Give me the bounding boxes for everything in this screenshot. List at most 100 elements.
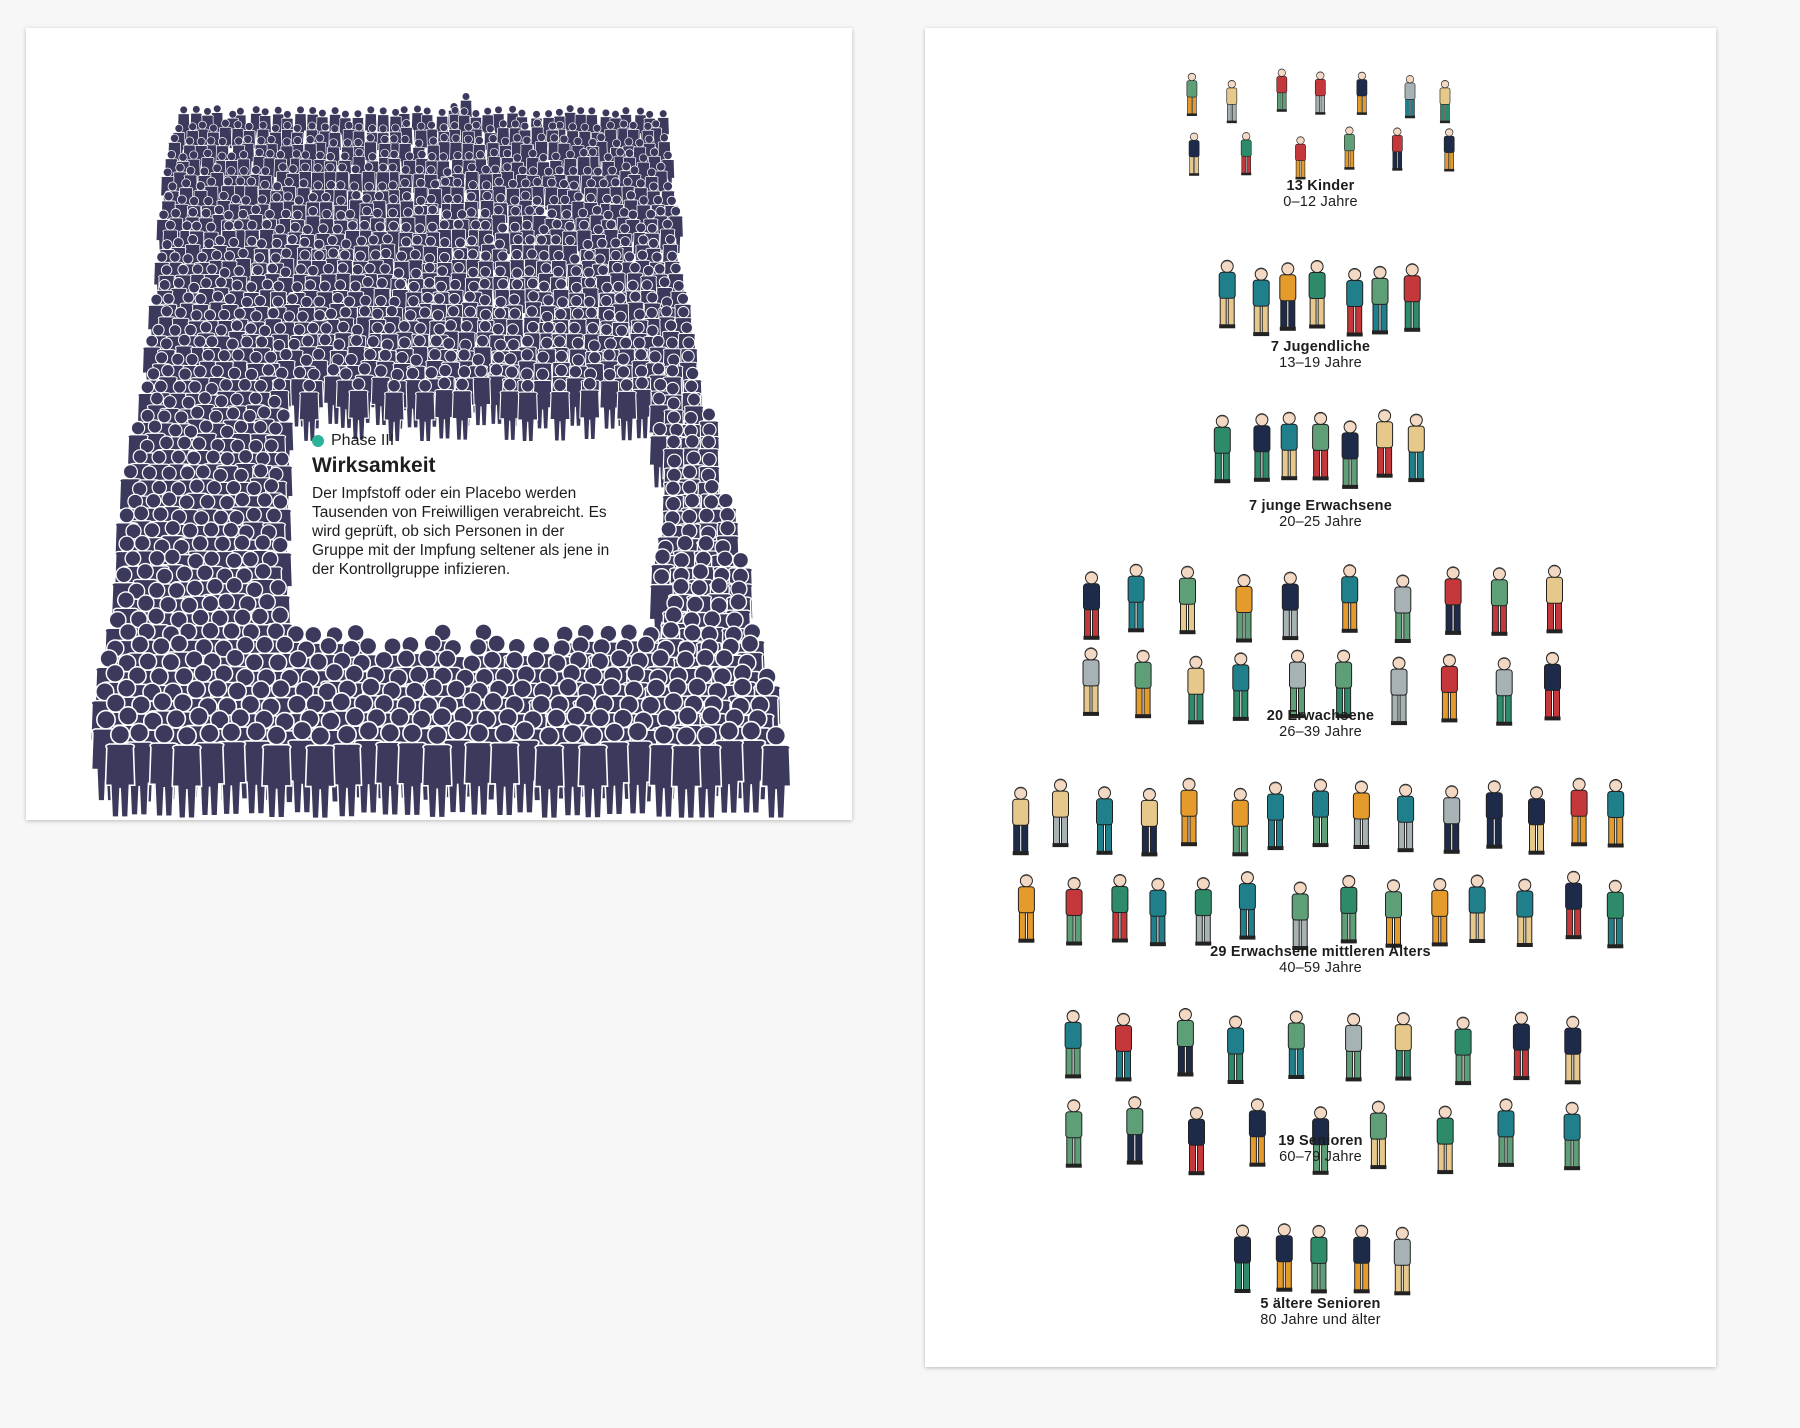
age-group-count: 20 Erwachsene [1266, 708, 1375, 724]
person-figure [1051, 778, 1069, 848]
person-figure [1064, 1009, 1082, 1079]
age-group-count: 7 Jugendliche [1270, 339, 1371, 355]
age-group-count: 5 ältere Senioren [1260, 1296, 1381, 1312]
age-group-label: 5 ältere Senioren 80 Jahre und älter [1121, 1296, 1521, 1328]
person-figure [1545, 564, 1563, 634]
person-figure [1064, 1099, 1082, 1168]
person-figure [1287, 1010, 1305, 1079]
crowd-panel: Phase III Wirksamkeit Der Impfstoff oder… [26, 28, 852, 820]
person-figure [1291, 881, 1309, 950]
person-figure [1176, 1008, 1194, 1077]
person-figure [1396, 783, 1414, 853]
person-figure [1186, 72, 1197, 116]
person-figure [1127, 563, 1145, 633]
age-group-people-6 [1233, 1223, 1411, 1296]
callout-body: Der Impfstoff oder ein Placebo werden Ta… [312, 485, 610, 578]
person-figure [1407, 413, 1425, 483]
age-group-label: 20 Erwachsene 26–39 Jahre [1121, 708, 1521, 740]
person-figure [1311, 778, 1329, 848]
phase-callout: Phase III Wirksamkeit Der Impfstoff oder… [312, 432, 612, 579]
phase-dot-icon [312, 435, 324, 447]
person-figure [1570, 777, 1588, 847]
person-figure [1606, 779, 1624, 848]
person-figure [1512, 1011, 1530, 1081]
person-figure [1278, 262, 1296, 331]
person-figure [1233, 1224, 1251, 1293]
age-group-count: 13 Kinder [1286, 178, 1355, 194]
age-group-people-2 [1213, 409, 1425, 489]
person-figure [1314, 71, 1326, 115]
person-figure [1095, 786, 1113, 855]
phase-label-row: Phase III [312, 432, 612, 450]
age-group-label: 13 Kinder 0–12 Jahre [1121, 178, 1521, 210]
person-figure [1343, 126, 1355, 170]
age-group-range: 0–12 Jahre [1283, 194, 1358, 210]
age-group-range: 13–19 Jahre [1279, 355, 1362, 371]
person-figure [1485, 780, 1503, 849]
person-figure [1430, 877, 1448, 947]
person-figure [1231, 787, 1249, 857]
person-figure [1280, 411, 1298, 481]
person-figure [1148, 877, 1166, 947]
age-group-label: 29 Erwachsene mittleren Alters 40–59 Jahr… [1121, 944, 1521, 976]
age-group-count: 19 Senioren [1278, 1133, 1363, 1149]
callout-title: Wirksamkeit [312, 454, 436, 477]
age-group-people-0 [1186, 68, 1455, 180]
person-figure [1309, 1224, 1327, 1294]
person-figure [1082, 571, 1100, 640]
age-group-people-1 [1218, 259, 1421, 337]
person-figure [1235, 574, 1252, 643]
person-figure [1275, 1223, 1293, 1292]
person-figure [1082, 647, 1099, 716]
person-figure [1391, 127, 1403, 171]
age-group-range: 20–25 Jahre [1279, 514, 1362, 530]
person-figure [1238, 871, 1256, 940]
person-figure [1393, 574, 1411, 643]
person-figure [1140, 787, 1158, 857]
person-figure [1308, 260, 1326, 329]
person-figure [1543, 651, 1561, 721]
person-figure [1339, 874, 1357, 944]
person-figure [1180, 777, 1197, 847]
age-group-label: 7 Jugendliche 13–19 Jahre [1121, 339, 1521, 371]
person-figure [1188, 132, 1199, 176]
person-figure [1515, 878, 1533, 947]
person-figure [1065, 877, 1083, 946]
age-group-range: 60–79 Jahre [1279, 1149, 1362, 1165]
age-group-people-4 [1011, 777, 1624, 950]
person-figure [1454, 1016, 1472, 1086]
person-figure [1606, 879, 1624, 949]
age-group-count: 7 junge Erwachsene [1248, 498, 1392, 514]
person-figure [1194, 877, 1212, 946]
person-figure [1311, 411, 1329, 481]
phase-label: Phase III [331, 432, 395, 449]
person-figure [1394, 1012, 1412, 1081]
person-figure [1218, 259, 1236, 329]
age-groups-panel: 13 Kinder 0–12 Jahre 7 Jugendliche 13–19 Ja… [925, 28, 1716, 1367]
crowd-illustration [89, 92, 792, 820]
person-figure [1384, 879, 1402, 948]
person-figure [1294, 136, 1306, 180]
person-figure [1371, 265, 1388, 335]
person-figure [1527, 786, 1545, 855]
person-figure [1017, 874, 1035, 943]
person-figure [1252, 267, 1270, 337]
person-figure [1226, 1015, 1244, 1084]
person-figure [1213, 414, 1231, 484]
person-figure [1490, 567, 1508, 636]
age-group-range: 40–59 Jahre [1279, 960, 1362, 976]
person-figure [1340, 564, 1358, 633]
person-figure [1439, 80, 1450, 124]
person-figure [1356, 71, 1367, 115]
person-figure [1225, 80, 1237, 124]
age-group-count: 29 Erwachsene mittleren Alters [1210, 944, 1431, 960]
person-figure [1375, 409, 1393, 478]
person-figure [1564, 870, 1582, 940]
person-figure [1563, 1015, 1581, 1085]
person-figure [1114, 1012, 1132, 1082]
person-figure [1240, 132, 1252, 176]
age-group-label: 7 junge Erwachsene 20–25 Jahre [1121, 498, 1521, 530]
age-group-label: 19 Senioren 60–79 Jahre [1121, 1133, 1521, 1165]
person-figure [1563, 1101, 1581, 1171]
person-figure [1468, 874, 1486, 943]
